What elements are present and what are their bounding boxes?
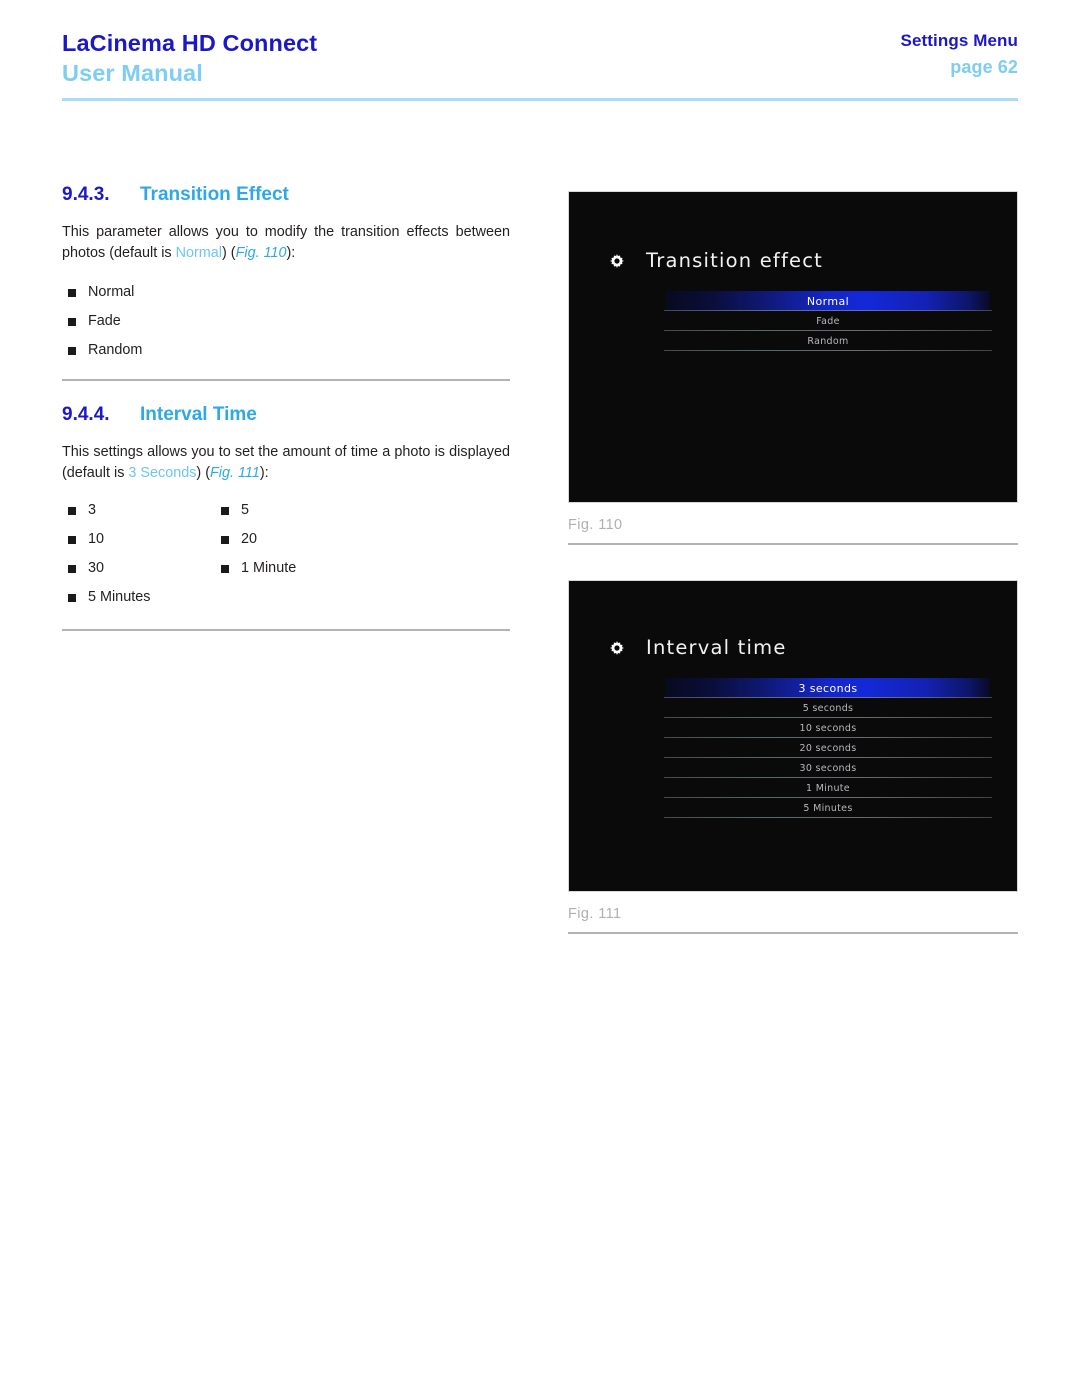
section-divider (62, 379, 510, 381)
menu-item[interactable]: Random (664, 331, 992, 351)
device-screenshot-transition-effect: Transition effect Normal Fade Random (568, 191, 1018, 503)
menu-separator (664, 717, 992, 718)
menu-item[interactable]: Fade (664, 311, 992, 331)
menu-item-label: 5 Minutes (803, 802, 853, 814)
page-number: page 62 (950, 57, 1018, 77)
menu-item[interactable]: 10 seconds (664, 718, 992, 738)
header-right: Settings Menu page 62 (901, 28, 1018, 81)
menu-item-selected[interactable]: 3 seconds (664, 678, 992, 698)
menu-item[interactable]: 30 seconds (664, 758, 992, 778)
figure-reference[interactable]: Fig. 111 (210, 465, 260, 481)
section-title: Interval Time (140, 404, 257, 425)
paragraph-text-part2: ) ( (196, 465, 210, 481)
screen-menu-list: 3 seconds 5 seconds 10 seconds 20 second… (664, 678, 992, 818)
chapter-title: Settings Menu (900, 31, 1018, 50)
menu-item-label: 1 Minute (806, 782, 850, 794)
screen-header: Transition effect (607, 249, 823, 272)
screen-title: Transition effect (646, 249, 823, 272)
paragraph-text-part3: ): (259, 465, 269, 481)
paragraph-text-part3: ): (286, 245, 296, 261)
menu-item-label: Normal (806, 294, 850, 308)
section-heading: 9.4.3. Transition Effect (62, 182, 510, 208)
list-item: 3 (62, 496, 215, 525)
gear-icon (607, 638, 627, 658)
screen-header: Interval time (607, 636, 787, 659)
option-list-column-2: 5 20 1 Minute (215, 496, 368, 583)
screen-title: Interval time (646, 636, 787, 659)
menu-item-label: Fade (816, 315, 840, 327)
list-item: 5 Minutes (62, 583, 215, 612)
section-divider (62, 629, 510, 631)
section-interval-time: 9.4.4. Interval Time This settings allows… (62, 402, 510, 612)
menu-separator (664, 797, 992, 798)
menu-separator (664, 757, 992, 758)
list-item: Fade (62, 307, 510, 336)
figure-111: Interval time 3 seconds 5 seconds 10 sec… (568, 580, 1018, 934)
menu-item[interactable]: 5 Minutes (664, 798, 992, 818)
product-title: LaCinema HD Connect (62, 30, 318, 56)
list-item: 5 (215, 496, 368, 525)
menu-item-label: Random (807, 335, 849, 347)
list-item: 30 (62, 554, 215, 583)
figure-divider (568, 932, 1018, 934)
menu-item[interactable]: 5 seconds (664, 698, 992, 718)
option-list: Normal Fade Random (62, 278, 510, 365)
default-value: 3 Seconds (128, 465, 197, 481)
gear-icon (607, 251, 627, 271)
list-item: 20 (215, 525, 368, 554)
menu-separator (664, 350, 992, 351)
menu-separator (664, 330, 992, 331)
menu-item[interactable]: 20 seconds (664, 738, 992, 758)
menu-item-label: 30 seconds (799, 762, 857, 774)
option-list-two-column: 3 10 30 5 Minutes 5 20 1 Minute (62, 496, 510, 612)
menu-separator (664, 697, 992, 698)
figure-reference[interactable]: Fig. 110 (236, 245, 287, 261)
menu-separator (664, 777, 992, 778)
figure-caption: Fig. 111 (568, 906, 622, 922)
section-paragraph: This parameter allows you to modify the … (62, 222, 510, 264)
default-value: Normal (175, 245, 222, 261)
header-left: LaCinema HD Connect User Manual (62, 28, 317, 88)
figure-caption: Fig. 110 (568, 517, 623, 533)
list-item: 10 (62, 525, 215, 554)
figure-divider (568, 543, 1018, 545)
menu-item[interactable]: 1 Minute (664, 778, 992, 798)
screen-menu-list: Normal Fade Random (664, 291, 992, 351)
section-heading: 9.4.4. Interval Time (62, 402, 510, 428)
document-type: User Manual (62, 60, 203, 86)
menu-item-selected[interactable]: Normal (664, 291, 992, 311)
figure-110: Transition effect Normal Fade Random Fig… (568, 191, 1018, 545)
list-item: Normal (62, 278, 510, 307)
list-item: 1 Minute (215, 554, 368, 583)
option-list-column-1: 3 10 30 5 Minutes (62, 496, 215, 612)
menu-item-label: 10 seconds (799, 722, 857, 734)
paragraph-text-part2: ) ( (221, 245, 236, 261)
device-screenshot-interval-time: Interval time 3 seconds 5 seconds 10 sec… (568, 580, 1018, 892)
section-number: 9.4.4. (62, 404, 110, 425)
section-title: Transition Effect (140, 184, 289, 205)
header-divider (62, 98, 1018, 101)
page-header: LaCinema HD Connect User Manual Settings… (62, 28, 1018, 102)
section-transition-effect: 9.4.3. Transition Effect This parameter a… (62, 182, 510, 365)
menu-item-label: 20 seconds (799, 742, 857, 754)
section-number: 9.4.3. (62, 184, 110, 205)
menu-separator (664, 817, 992, 818)
list-item: Random (62, 336, 510, 365)
menu-item-label: 3 seconds (798, 681, 858, 695)
section-paragraph: This settings allows you to set the amou… (62, 442, 510, 484)
menu-item-label: 5 seconds (802, 702, 854, 714)
menu-separator (664, 737, 992, 738)
menu-separator (664, 310, 992, 311)
